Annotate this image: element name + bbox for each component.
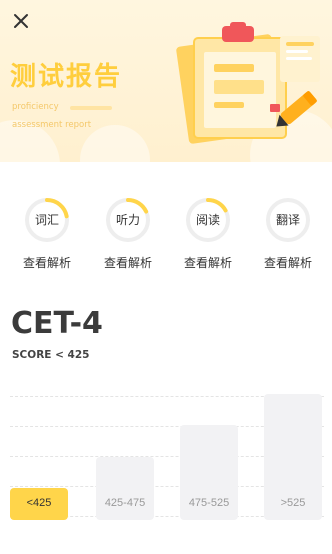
report-banner: 测试报告 proficiency assessment report	[0, 0, 332, 162]
score-distribution-chart: <425 425-475 475-525 >525	[0, 386, 332, 536]
page-subtitle-line1: proficiency	[12, 102, 59, 112]
chart-category-label: 475-525	[188, 497, 230, 509]
chart-category-label: <425	[26, 497, 52, 509]
skill-label: 翻译	[275, 213, 300, 227]
skill-label: 听力	[115, 213, 140, 227]
skill-item-listening[interactable]: 听力 查看解析	[88, 196, 168, 271]
exam-level-title: CET-4	[11, 306, 103, 341]
vocabulary-progress-ring: 词汇	[23, 196, 71, 244]
chart-bar	[96, 457, 154, 520]
view-analysis-link[interactable]: 查看解析	[7, 254, 87, 271]
skill-label: 词汇	[34, 213, 59, 227]
page-subtitle-line2: assessment report	[12, 120, 92, 130]
listening-progress-ring: 听力	[104, 196, 152, 244]
view-analysis-link[interactable]: 查看解析	[168, 254, 248, 271]
skill-item-reading[interactable]: 阅读 查看解析	[168, 196, 248, 271]
skill-progress-list: 词汇 查看解析 听力 查看解析 阅读 查看解析 翻译 查看解析	[0, 196, 332, 276]
banner-decoration	[80, 125, 150, 162]
skill-label: 阅读	[195, 213, 220, 227]
chart-category-label: >525	[280, 497, 306, 509]
skill-item-translation[interactable]: 翻译 查看解析	[248, 196, 328, 271]
page-title: 测试报告	[10, 62, 123, 92]
close-icon[interactable]	[12, 12, 30, 30]
clipboard-illustration-icon	[176, 22, 320, 144]
translation-progress-ring: 翻译	[264, 196, 312, 244]
view-analysis-link[interactable]: 查看解析	[88, 254, 168, 271]
score-range-text: SCORE < 425	[12, 349, 90, 361]
reading-progress-ring: 阅读	[184, 196, 232, 244]
skill-item-vocabulary[interactable]: 词汇 查看解析	[7, 196, 87, 271]
subtitle-decoration	[70, 106, 112, 110]
chart-category-label: 425-475	[104, 497, 146, 509]
view-analysis-link[interactable]: 查看解析	[248, 254, 328, 271]
